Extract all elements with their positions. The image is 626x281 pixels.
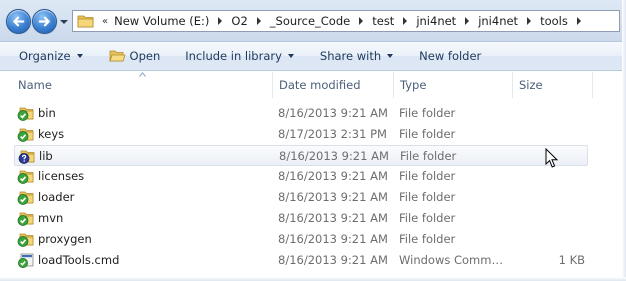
file-type: File folder <box>399 127 456 141</box>
crumb-separator-arrow-icon[interactable] <box>359 17 364 25</box>
file-row[interactable]: mvn 8/16/2013 9:21 AM File folder <box>14 208 588 229</box>
crumb-o2[interactable]: O2 <box>231 14 247 28</box>
share-with-button[interactable]: Share with <box>313 45 400 67</box>
file-row[interactable]: bin 8/16/2013 9:21 AM File folder <box>14 103 588 124</box>
file-name: bin <box>38 106 56 120</box>
open-folder-icon <box>108 50 126 62</box>
file-size <box>519 208 585 229</box>
crumb-jni4net[interactable]: jni4net <box>416 14 456 28</box>
column-header-date-modified[interactable]: Date modified <box>273 72 394 98</box>
crumb-volume[interactable]: New Volume (E:) <box>114 14 209 28</box>
chevron-down-icon <box>387 54 394 58</box>
chevron-down-icon <box>76 54 83 58</box>
address-bar[interactable]: « New Volume (E:) O2 _Source_Code test j… <box>72 10 620 32</box>
organize-label: Organize <box>19 49 71 63</box>
file-type: File folder <box>400 149 457 163</box>
file-type: File folder <box>399 232 456 246</box>
forward-arrow-icon <box>38 16 50 27</box>
folder-icon <box>77 15 94 28</box>
file-row[interactable]: keys 8/17/2013 2:31 PM File folder <box>14 124 588 145</box>
include-in-library-label: Include in library <box>185 49 282 63</box>
crumb-separator-arrow-icon[interactable] <box>218 17 223 25</box>
include-in-library-button[interactable]: Include in library <box>178 45 301 67</box>
file-row[interactable]: licenses 8/16/2013 9:21 AM File folder <box>14 166 588 187</box>
file-row[interactable]: proxygen 8/16/2013 9:21 AM File folder <box>14 229 588 250</box>
crumb-source-code[interactable]: _Source_Code <box>270 14 350 28</box>
file-type: File folder <box>399 106 456 120</box>
overflow-chevron[interactable]: « <box>102 16 108 27</box>
window-right-edge <box>622 0 626 281</box>
file-name: keys <box>38 127 65 141</box>
command-bar: Organize Open Include in library Share w… <box>0 42 626 71</box>
chevron-down-icon <box>287 54 294 58</box>
folder-svn-ok-icon <box>17 191 34 205</box>
share-with-label: Share with <box>319 49 382 63</box>
crumb-separator-arrow-icon[interactable] <box>576 17 581 25</box>
cmd-file-svn-ok-icon <box>18 253 34 268</box>
file-size <box>519 124 585 145</box>
file-date-modified: 8/17/2013 2:31 PM <box>278 127 387 141</box>
crumb-separator-arrow-icon[interactable] <box>465 17 470 25</box>
file-name: loader <box>38 190 75 204</box>
file-type: File folder <box>399 211 456 225</box>
file-size: 1 KB <box>558 253 585 267</box>
file-size <box>519 166 585 187</box>
crumb-jni4net-inner[interactable]: jni4net <box>478 14 518 28</box>
file-type: Windows Comma... <box>399 253 507 267</box>
file-name: proxygen <box>38 232 92 246</box>
window-bottom-edge <box>0 277 626 281</box>
column-headers: Name Date modified Type Size <box>0 72 626 98</box>
file-type: File folder <box>399 169 456 183</box>
column-header-type[interactable]: Type <box>394 72 513 98</box>
crumb-tools[interactable]: tools <box>540 14 568 28</box>
folder-svn-unknown-icon <box>18 150 35 164</box>
file-date-modified: 8/16/2013 9:21 AM <box>278 106 388 120</box>
file-date-modified: 8/16/2013 9:21 AM <box>278 169 388 183</box>
organize-button[interactable]: Organize <box>12 45 90 67</box>
recent-pages-dropdown-icon[interactable] <box>59 18 69 26</box>
folder-svn-ok-icon <box>17 170 34 184</box>
back-arrow-icon <box>13 16 25 27</box>
file-row[interactable]: loader 8/16/2013 9:21 AM File folder <box>14 187 588 208</box>
folder-svn-ok-icon <box>17 233 34 247</box>
crumb-separator-arrow-icon[interactable] <box>256 17 261 25</box>
folder-svn-ok-icon <box>17 212 34 226</box>
open-label: Open <box>129 49 161 63</box>
crumb-test[interactable]: test <box>372 14 394 28</box>
column-header-name[interactable]: Name <box>12 72 273 98</box>
file-date-modified: 8/16/2013 9:21 AM <box>278 253 388 267</box>
new-folder-label: New folder <box>419 49 482 63</box>
file-size <box>519 187 585 208</box>
forward-button[interactable] <box>32 9 57 34</box>
crumb-separator-arrow-icon[interactable] <box>527 17 532 25</box>
folder-svn-ok-icon <box>17 107 34 121</box>
file-row[interactable]: lib 8/16/2013 9:21 AM File folder <box>14 145 588 166</box>
file-name: licenses <box>38 169 85 183</box>
back-button[interactable] <box>6 9 31 34</box>
crumb-separator-arrow-icon[interactable] <box>403 17 408 25</box>
new-folder-button[interactable]: New folder <box>412 45 488 67</box>
file-name: mvn <box>38 211 64 225</box>
mouse-cursor-icon <box>545 148 559 168</box>
file-date-modified: 8/16/2013 9:21 AM <box>278 211 388 225</box>
column-header-size[interactable]: Size <box>513 72 593 98</box>
navigation-bar: « New Volume (E:) O2 _Source_Code test j… <box>0 0 626 42</box>
file-size <box>519 229 585 250</box>
file-date-modified: 8/16/2013 9:21 AM <box>279 149 389 163</box>
file-row[interactable]: loadTools.cmd 8/16/2013 9:21 AM Windows … <box>14 250 588 271</box>
file-name: loadTools.cmd <box>38 253 120 267</box>
file-name: lib <box>39 149 53 163</box>
open-button[interactable]: Open <box>102 45 168 67</box>
file-type: File folder <box>399 190 456 204</box>
file-size <box>519 103 585 124</box>
folder-svn-ok-icon <box>17 128 34 142</box>
file-date-modified: 8/16/2013 9:21 AM <box>278 232 388 246</box>
file-date-modified: 8/16/2013 9:21 AM <box>278 190 388 204</box>
